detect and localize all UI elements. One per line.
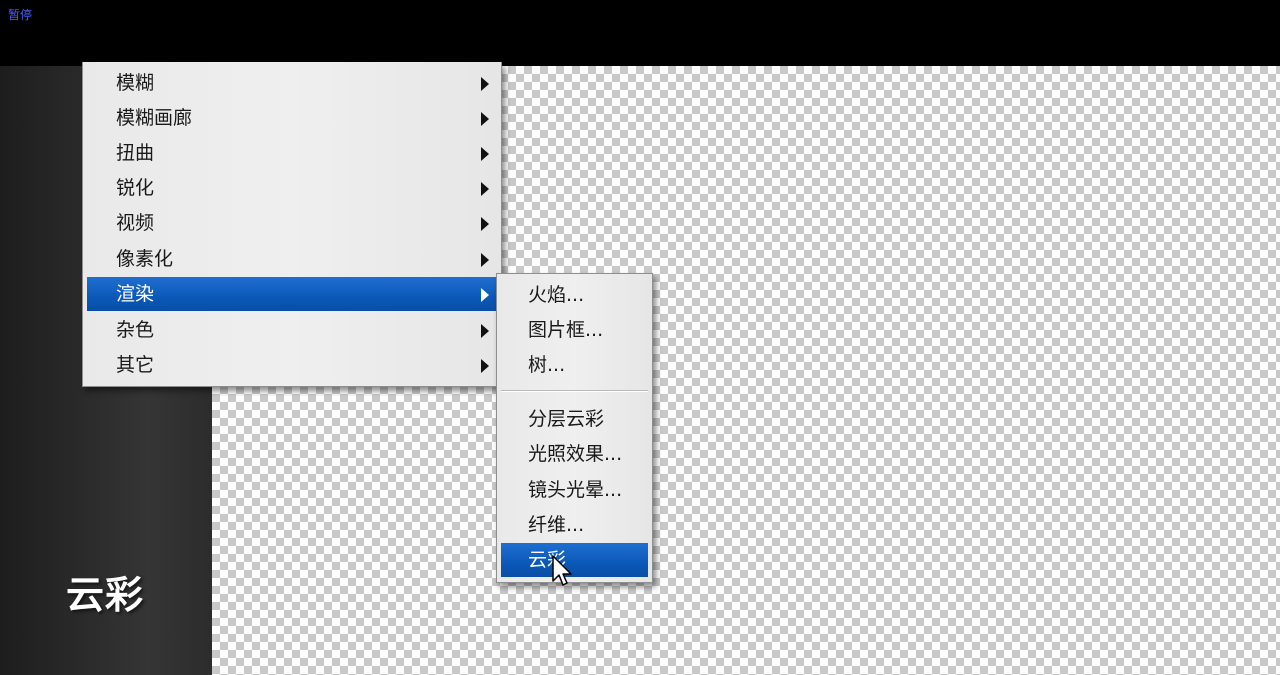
menu-item-video[interactable]: 视频 bbox=[87, 206, 497, 240]
menu-item-other[interactable]: 其它 bbox=[87, 348, 497, 382]
menu-separator bbox=[501, 390, 648, 392]
submenu-item-tree[interactable]: 树... bbox=[501, 348, 648, 382]
menu-item-label: 其它 bbox=[116, 354, 155, 376]
menu-item-label: 渲染 bbox=[116, 283, 155, 305]
submenu-arrow-icon bbox=[481, 147, 489, 161]
submenu-arrow-icon bbox=[481, 324, 489, 338]
render-submenu: 火焰... 图片框... 树... 分层云彩 光照效果... 镜头光晕... 纤… bbox=[496, 273, 653, 583]
menu-item-label: 模糊画廊 bbox=[116, 107, 193, 129]
submenu-item-clouds[interactable]: 云彩 bbox=[501, 543, 648, 577]
submenu-arrow-icon bbox=[481, 77, 489, 91]
submenu-item-label: 树... bbox=[528, 354, 566, 376]
submenu-item-label: 分层云彩 bbox=[528, 408, 605, 430]
filter-menu: 模糊 模糊画廊 扭曲 锐化 视频 像素化 渲染 杂色 其它 bbox=[82, 62, 502, 387]
menu-item-sharpen[interactable]: 锐化 bbox=[87, 171, 497, 205]
menu-item-blur[interactable]: 模糊 bbox=[87, 66, 497, 100]
submenu-item-lighting-effects[interactable]: 光照效果... bbox=[501, 437, 648, 471]
menu-item-label: 杂色 bbox=[116, 319, 155, 341]
video-top-bar: 暂停 bbox=[0, 0, 1280, 66]
menu-item-label: 扭曲 bbox=[116, 142, 155, 164]
submenu-arrow-icon bbox=[481, 182, 489, 196]
submenu-item-label: 图片框... bbox=[528, 319, 604, 341]
menu-item-distort[interactable]: 扭曲 bbox=[87, 136, 497, 170]
submenu-arrow-icon bbox=[481, 217, 489, 231]
menu-item-blur-gallery[interactable]: 模糊画廊 bbox=[87, 101, 497, 135]
submenu-arrow-icon bbox=[481, 359, 489, 373]
menu-item-noise[interactable]: 杂色 bbox=[87, 313, 497, 347]
submenu-item-label: 纤维... bbox=[528, 514, 585, 536]
menu-item-render[interactable]: 渲染 bbox=[87, 277, 497, 311]
menu-item-label: 锐化 bbox=[116, 177, 155, 199]
menu-item-label: 模糊 bbox=[116, 72, 155, 94]
menu-item-pixelate[interactable]: 像素化 bbox=[87, 242, 497, 276]
submenu-item-label: 光照效果... bbox=[528, 443, 623, 465]
submenu-item-flame[interactable]: 火焰... bbox=[501, 278, 648, 312]
submenu-item-difference-clouds[interactable]: 分层云彩 bbox=[501, 402, 648, 436]
submenu-arrow-icon bbox=[481, 112, 489, 126]
submenu-item-label: 火焰... bbox=[528, 284, 585, 306]
submenu-item-fibers[interactable]: 纤维... bbox=[501, 508, 648, 542]
submenu-item-lens-flare[interactable]: 镜头光晕... bbox=[501, 473, 648, 507]
submenu-arrow-icon bbox=[481, 288, 489, 302]
menu-item-label: 视频 bbox=[116, 212, 155, 234]
mouse-pointer-icon bbox=[552, 555, 572, 586]
tutorial-caption: 云彩 bbox=[66, 573, 145, 617]
pause-label[interactable]: 暂停 bbox=[8, 8, 32, 22]
submenu-item-label: 镜头光晕... bbox=[528, 479, 623, 501]
menu-item-label: 像素化 bbox=[116, 248, 174, 270]
submenu-arrow-icon bbox=[481, 253, 489, 267]
submenu-item-picture-frame[interactable]: 图片框... bbox=[501, 313, 648, 347]
